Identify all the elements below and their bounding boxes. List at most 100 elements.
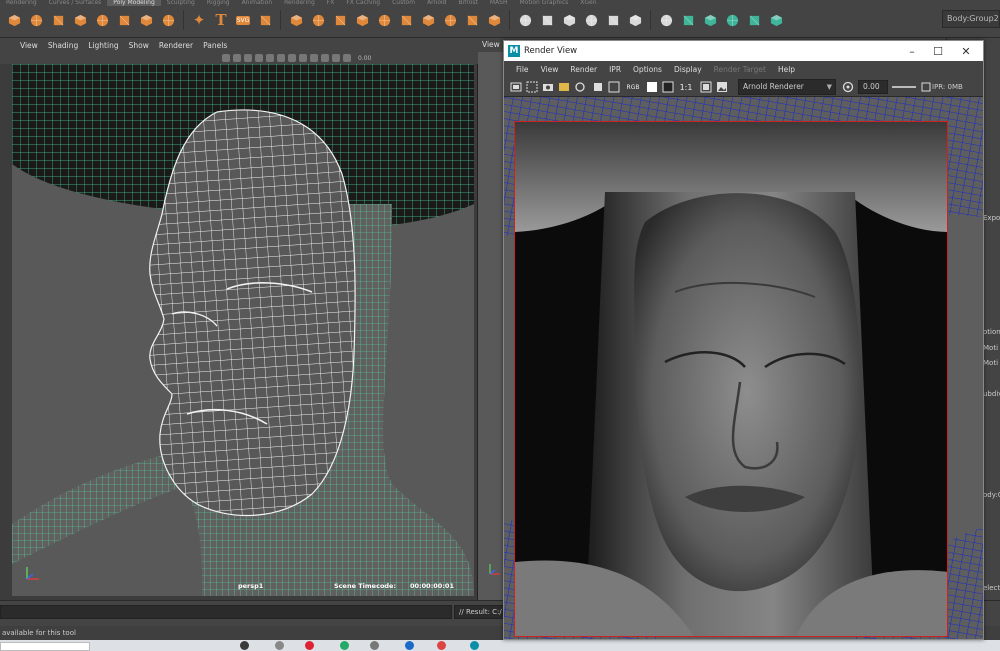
object-name-field[interactable]: Body:Group2	[942, 10, 1000, 28]
viewport-menu-renderer[interactable]: Renderer	[159, 41, 193, 50]
render-canvas[interactable]	[504, 97, 983, 639]
alpha-icon[interactable]	[662, 81, 674, 93]
rgb-channel-button[interactable]: RGB	[624, 81, 642, 93]
attr-item[interactable]: Moti	[983, 359, 998, 367]
exposure-icon[interactable]	[842, 81, 854, 93]
exposure-input[interactable]: 0.00	[858, 80, 888, 94]
perspective-viewport[interactable]: View Shading Lighting Show Renderer Pane…	[0, 38, 478, 600]
disc-icon[interactable]	[136, 10, 156, 30]
unfold-icon[interactable]	[559, 10, 579, 30]
taskbar-app-icon[interactable]	[275, 641, 284, 650]
auto-uv-icon[interactable]	[722, 10, 742, 30]
maximize-button[interactable]: ☐	[925, 41, 951, 61]
attr-item[interactable]: ody:G	[983, 491, 1000, 499]
image-icon[interactable]	[716, 81, 728, 93]
viewport-menu-view[interactable]: View	[20, 41, 38, 50]
refresh-icon[interactable]	[574, 81, 586, 93]
real-size-button[interactable]: 1:1	[678, 81, 694, 93]
taskbar-app-icon[interactable]	[240, 641, 249, 650]
render-view-titlebar[interactable]: M Render View – ☐ ✕	[504, 41, 983, 61]
attr-item[interactable]: Export	[983, 214, 1000, 222]
platonic-icon[interactable]	[158, 10, 178, 30]
multicut-icon[interactable]	[484, 10, 504, 30]
viewport-menu-panels[interactable]: Panels	[203, 41, 227, 50]
quad-draw-icon[interactable]	[603, 10, 623, 30]
sphere-icon[interactable]	[4, 10, 24, 30]
attr-item[interactable]: elect	[983, 584, 1000, 592]
display-icon[interactable]	[700, 81, 712, 93]
cylindrical-uv-icon[interactable]	[700, 10, 720, 30]
menu-options[interactable]: Options	[627, 65, 668, 74]
viewport-canvas[interactable]: persp1 Scene Timecode: 00:00:00:01	[12, 64, 474, 596]
viewport-menu-shading[interactable]: Shading	[48, 41, 78, 50]
xray-icon[interactable]	[299, 54, 307, 62]
bridge-icon[interactable]	[396, 10, 416, 30]
mirror-icon[interactable]	[515, 10, 535, 30]
secondary-viewport[interactable]: View	[478, 38, 504, 600]
smooth-shade-icon[interactable]	[244, 54, 252, 62]
attr-item[interactable]: ubdiv	[983, 390, 1000, 398]
taskbar-app-icon[interactable]	[405, 641, 414, 650]
star-icon[interactable]: ✦	[189, 10, 209, 30]
plane-icon[interactable]	[92, 10, 112, 30]
menu-view[interactable]: View	[535, 65, 565, 74]
viewport-menu-lighting[interactable]: Lighting	[88, 41, 118, 50]
lights-icon[interactable]	[266, 54, 274, 62]
stop-icon[interactable]	[592, 81, 604, 93]
ipr-render-icon[interactable]	[558, 81, 570, 93]
gamma-icon[interactable]	[343, 54, 351, 62]
plane-uv-icon[interactable]	[678, 10, 698, 30]
color-swatch-icon[interactable]	[646, 81, 658, 93]
taskbar-app-icon[interactable]	[437, 641, 446, 650]
sphere-primitive-icon[interactable]	[286, 10, 306, 30]
close-button[interactable]: ✕	[953, 41, 979, 61]
film-gate-icon[interactable]	[321, 54, 329, 62]
separate-icon[interactable]	[330, 10, 350, 30]
resolution-gate-icon[interactable]	[332, 54, 340, 62]
merge-icon[interactable]	[440, 10, 460, 30]
cube-icon[interactable]	[26, 10, 46, 30]
exposure-value[interactable]: 0.00	[358, 55, 371, 62]
render-frame-icon[interactable]	[510, 81, 522, 93]
svg-icon[interactable]: SVG	[233, 10, 253, 30]
wireframe-icon[interactable]	[233, 54, 241, 62]
channel-icon[interactable]	[608, 81, 620, 93]
attr-item[interactable]: otion	[983, 328, 1000, 336]
target-weld-icon[interactable]	[462, 10, 482, 30]
mel-command-input[interactable]	[0, 605, 452, 619]
attr-item[interactable]: Moti	[983, 344, 998, 352]
taskbar-search-input[interactable]	[0, 642, 90, 651]
layout-icon[interactable]	[581, 10, 601, 30]
taskbar-app-icon[interactable]	[340, 641, 349, 650]
bevel-icon[interactable]	[374, 10, 394, 30]
soft-select-icon[interactable]	[656, 10, 676, 30]
snapshot-icon[interactable]	[542, 81, 554, 93]
textured-icon[interactable]	[255, 54, 263, 62]
torus-icon[interactable]	[114, 10, 134, 30]
menu-render[interactable]: Render	[564, 65, 603, 74]
shadows-icon[interactable]	[277, 54, 285, 62]
cone-icon[interactable]	[70, 10, 90, 30]
render-region-icon[interactable]	[526, 81, 538, 93]
minimize-button[interactable]: –	[899, 41, 925, 61]
isolate-icon[interactable]	[288, 54, 296, 62]
subdiv-icon[interactable]	[255, 10, 275, 30]
taskbar-app-icon[interactable]	[470, 641, 479, 650]
crease-icon[interactable]	[625, 10, 645, 30]
extrude-icon[interactable]	[418, 10, 438, 30]
camera-uv-icon[interactable]	[744, 10, 764, 30]
taskbar-app-icon[interactable]	[370, 641, 379, 650]
taskbar-app-icon[interactable]	[305, 641, 314, 650]
renderer-dropdown[interactable]: Arnold Renderer ▼	[738, 79, 836, 95]
menu-help[interactable]: Help	[772, 65, 801, 74]
menu-file[interactable]: File	[510, 65, 535, 74]
cylinder-icon[interactable]	[48, 10, 68, 30]
uv-icon[interactable]	[537, 10, 557, 30]
edit-uv-icon[interactable]	[766, 10, 786, 30]
camera-select-icon[interactable]	[222, 54, 230, 62]
exposure-slider[interactable]	[892, 86, 916, 88]
menu-display[interactable]: Display	[668, 65, 708, 74]
viewport-menu-show[interactable]: Show	[129, 41, 149, 50]
text-icon[interactable]: T	[211, 10, 231, 30]
combine-icon[interactable]	[308, 10, 328, 30]
